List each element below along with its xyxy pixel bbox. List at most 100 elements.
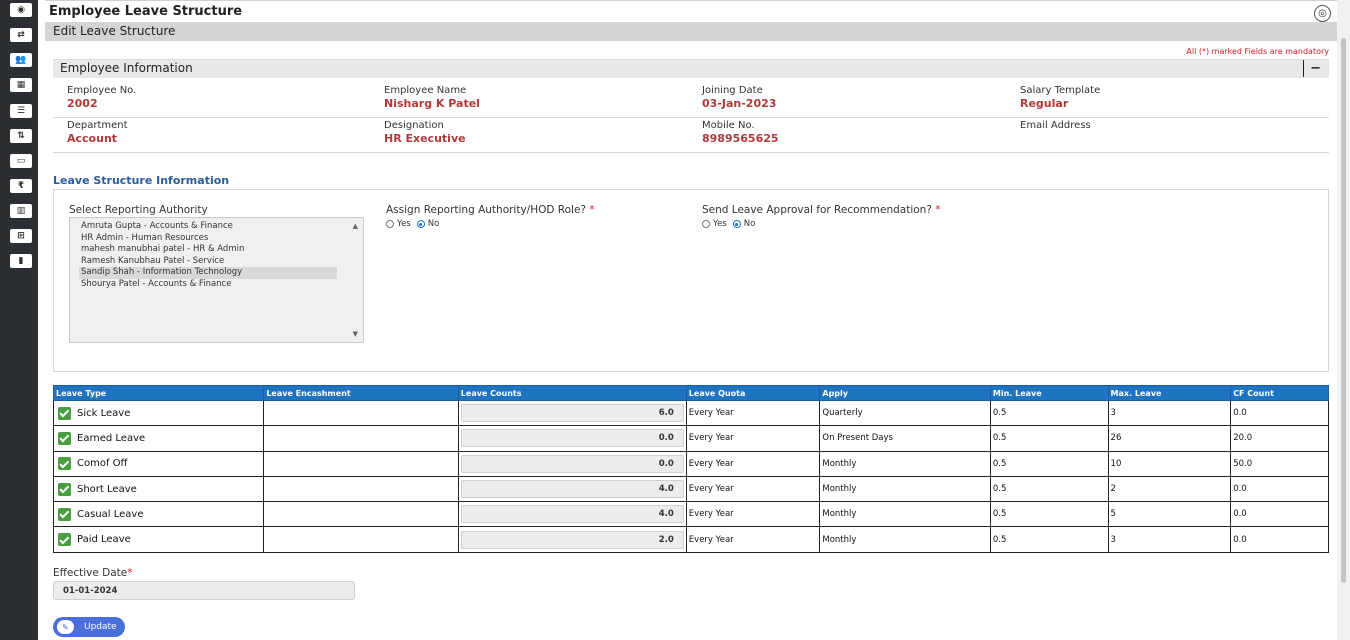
info-field-value: Account	[67, 132, 118, 145]
money-icon[interactable]: ▭	[10, 154, 32, 168]
info-field-label: Employee No.	[67, 85, 137, 96]
collapse-section-button[interactable]: −	[1303, 60, 1321, 77]
leave-encashment-cell	[263, 450, 459, 477]
leave-encashment-cell	[263, 475, 459, 503]
column-header: Leave Type	[52, 385, 265, 401]
scrollbar-thumb[interactable]	[1341, 38, 1346, 583]
leave-quota-cell: Every Year	[685, 399, 821, 427]
min-leave-cell: 0.5	[989, 450, 1109, 477]
column-header: CF Count	[1230, 385, 1329, 401]
radio-label: No	[743, 219, 756, 229]
max-leave-cell: 3	[1107, 399, 1232, 427]
list-icon[interactable]: ☰	[10, 104, 32, 118]
collapse-circle-icon[interactable]: ◎	[1314, 5, 1331, 22]
apply-cell: Monthly	[819, 475, 991, 503]
sub-header-title: Edit Leave Structure	[53, 24, 176, 38]
table-row: Comof Off 0.0 Every Year Monthly 0.5 10 50.0	[52, 450, 1329, 477]
send-approval-yes-radio[interactable]: Yes	[702, 219, 727, 229]
org-chart-icon-glyph: ⊞	[17, 230, 25, 241]
info-field: Email Address	[1020, 120, 1091, 132]
calendar-icon-glyph: ▦	[16, 79, 26, 90]
table-row: Short Leave 4.0 Every Year Monthly 0.5 2 0.0	[52, 475, 1329, 503]
effective-date-label: Effective Date	[53, 567, 128, 579]
leave-type-checkbox[interactable]	[58, 457, 71, 471]
apply-cell: Monthly	[819, 450, 991, 477]
leave-type-cell: Comof Off	[52, 450, 265, 477]
min-leave-cell: 0.5	[989, 501, 1109, 528]
employee-info-grid: Employee No. 2002 Employee Name Nisharg K P…	[53, 84, 1329, 153]
leave-type-cell: Sick Leave	[52, 399, 265, 427]
leave-count-input[interactable]: 4.0	[460, 505, 684, 524]
reporting-authority-option[interactable]: Amruta Gupta - Accounts & Finance	[70, 221, 337, 233]
sort-icon[interactable]: ⇅	[10, 129, 32, 143]
bookmark-icon-glyph: ▮	[18, 255, 24, 266]
reporting-authority-option[interactable]: Sandip Shah - Information Technology	[79, 267, 337, 279]
info-field-value: 8989565625	[702, 132, 779, 145]
chart-icon-glyph: ▥	[16, 205, 26, 216]
table-row: Earned Leave 0.0 Every Year On Present Days…	[52, 425, 1329, 452]
leave-type-checkbox[interactable]	[58, 482, 71, 496]
reporting-authority-option[interactable]: Ramesh Kanubhau Patel - Service	[70, 256, 337, 268]
leave-quota-cell: Every Year	[685, 501, 821, 528]
effective-date-input[interactable]: 01-01-2024	[53, 581, 355, 600]
leave-encashment-cell	[263, 399, 459, 427]
leave-type-label: Earned Leave	[77, 432, 146, 444]
assign-hod-yes-radio[interactable]: Yes	[386, 219, 411, 229]
apply-cell: Quarterly	[819, 399, 991, 427]
min-leave-cell: 0.5	[989, 399, 1109, 427]
calendar-icon[interactable]: ▦	[10, 78, 32, 92]
assign-hod-radio-group: Yes No	[386, 219, 439, 229]
reporting-authority-option[interactable]: Shourya Patel - Accounts & Finance	[70, 279, 337, 291]
update-button[interactable]: ✎ Update	[53, 617, 125, 637]
page-scrollbar[interactable]	[1337, 0, 1350, 640]
leave-count-input[interactable]: 4.0	[460, 480, 684, 499]
leave-count-input[interactable]: 0.0	[460, 454, 684, 473]
info-field-label: Email Address	[1020, 120, 1091, 131]
reporting-authority-option[interactable]: mahesh manubhai patel - HR & Admin	[70, 244, 337, 256]
chart-icon[interactable]: ▥	[10, 204, 32, 218]
leave-count-input[interactable]: 2.0	[460, 530, 684, 549]
info-field: Designation HR Executive	[384, 120, 466, 145]
cf-count-cell: 0.0	[1230, 475, 1329, 503]
min-leave-cell: 0.5	[989, 526, 1109, 553]
shuffle-icon[interactable]: ⇄	[10, 28, 32, 42]
reporting-authority-listbox[interactable]: ▲ ▼ Amruta Gupta - Accounts & Finance HR …	[69, 217, 364, 343]
leave-count-input[interactable]: 0.0	[460, 429, 684, 448]
leave-type-checkbox[interactable]	[58, 406, 71, 420]
required-mark: *	[127, 567, 133, 579]
info-field-label: Employee Name	[384, 85, 467, 96]
update-button-label: Update	[84, 622, 117, 632]
leave-encashment-cell	[263, 526, 459, 553]
reporting-authority-option[interactable]: HR Admin - Human Resources	[70, 233, 337, 245]
leave-type-label: Casual Leave	[77, 508, 144, 520]
leave-structure-box: Select Reporting Authority ▲ ▼ Amruta Gu…	[53, 189, 1329, 372]
bookmark-icon[interactable]: ▮	[10, 254, 32, 268]
info-field: Employee Name Nisharg K Patel	[384, 85, 480, 110]
org-chart-icon[interactable]: ⊞	[10, 229, 32, 243]
scroll-down-arrow-icon[interactable]: ▼	[353, 330, 358, 338]
employee-info-title: Employee Information	[60, 61, 193, 75]
rupee-icon[interactable]: ₹	[10, 179, 32, 193]
scroll-up-arrow-icon[interactable]: ▲	[353, 222, 358, 230]
dashboard-icon[interactable]: ◉	[10, 3, 32, 17]
edit-icon: ✎	[57, 620, 74, 634]
leave-count-cell: 4.0	[457, 475, 687, 503]
column-header: Apply	[819, 385, 991, 401]
leave-count-input[interactable]: 6.0	[460, 404, 684, 423]
leave-quota-cell: Every Year	[685, 450, 821, 477]
leave-type-checkbox[interactable]	[58, 431, 71, 445]
send-approval-no-radio[interactable]: No	[732, 219, 756, 229]
assign-hod-no-radio[interactable]: No	[416, 219, 439, 229]
users-icon[interactable]: 👥	[10, 53, 32, 67]
leave-type-checkbox[interactable]	[58, 507, 71, 521]
info-field-label: Salary Template	[1020, 85, 1101, 96]
leave-encashment-cell	[263, 501, 459, 528]
min-leave-cell: 0.5	[989, 425, 1109, 452]
info-row: Department Account Designation HR Executive…	[53, 119, 1329, 153]
leave-quota-cell: Every Year	[685, 475, 821, 503]
info-row: Employee No. 2002 Employee Name Nisharg K P…	[53, 84, 1329, 118]
leave-type-checkbox[interactable]	[58, 533, 71, 547]
leave-count-cell: 6.0	[457, 399, 687, 427]
assign-hod-label: Assign Reporting Authority/HOD Role?	[386, 204, 586, 216]
sort-icon-glyph: ⇅	[17, 130, 25, 141]
